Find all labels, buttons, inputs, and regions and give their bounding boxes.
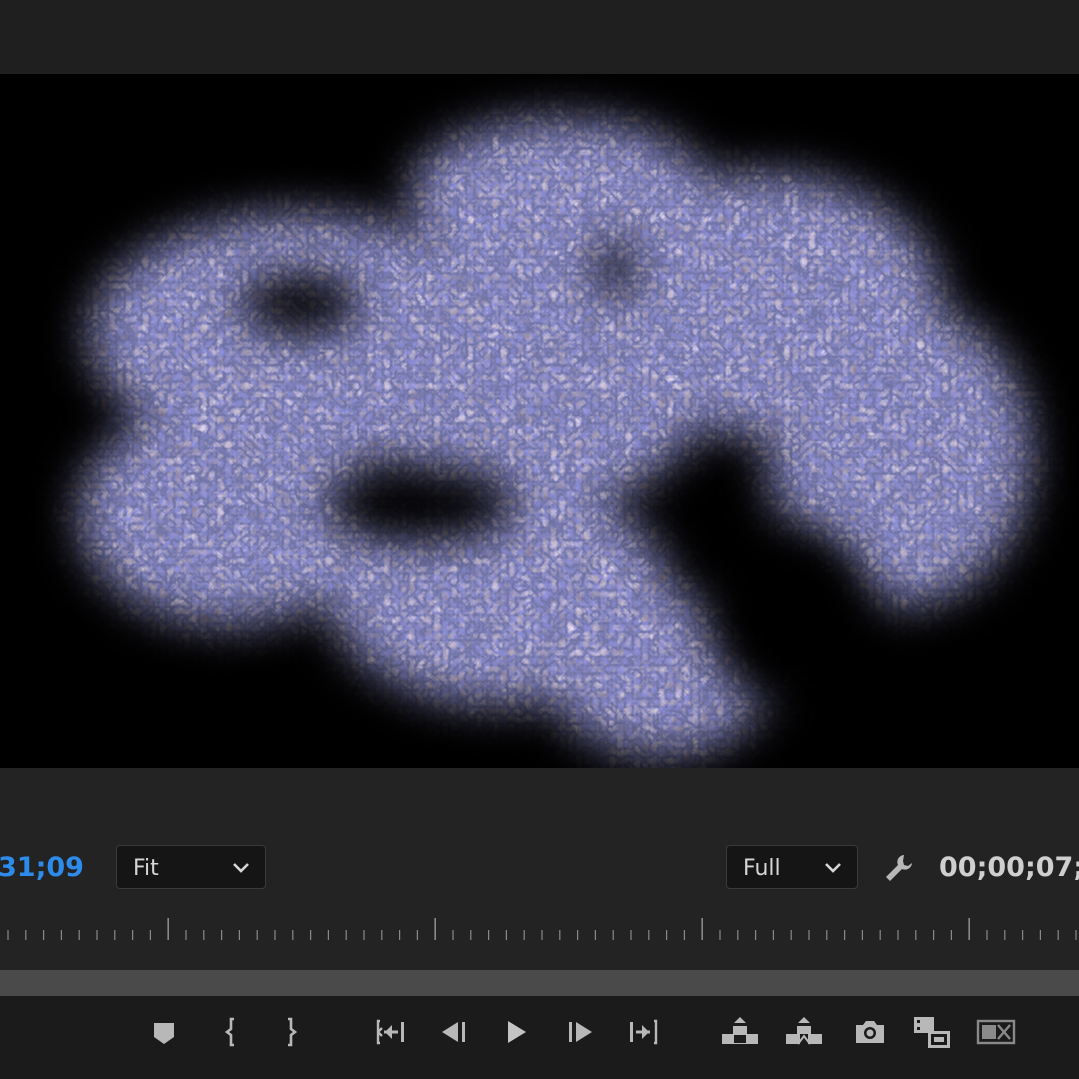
play-icon[interactable]	[498, 1014, 534, 1050]
zoom-level-select[interactable]: Fit	[116, 845, 266, 889]
zoom-scroll-bar[interactable]	[0, 970, 1079, 996]
duration-timecode: 00;00;07;1	[939, 852, 1079, 883]
mark-in-icon[interactable]	[214, 1014, 250, 1050]
overwrite-icon[interactable]	[976, 1014, 1016, 1050]
playback-resolution-value: Full	[743, 856, 781, 881]
extract-icon[interactable]	[784, 1014, 824, 1050]
go-to-in-icon[interactable]	[372, 1014, 408, 1050]
playhead-timecode[interactable]: 31;09	[0, 852, 84, 883]
step-forward-icon[interactable]	[562, 1014, 598, 1050]
panel-header	[0, 0, 1079, 74]
export-frame-icon[interactable]	[852, 1014, 888, 1050]
time-ruler[interactable]	[0, 912, 1079, 948]
zoom-level-value: Fit	[133, 856, 159, 881]
insert-icon[interactable]	[912, 1014, 952, 1050]
lift-icon[interactable]	[720, 1014, 760, 1050]
wrench-icon[interactable]	[882, 852, 916, 884]
microscopy-frame-image	[0, 74, 1079, 768]
mark-out-icon[interactable]	[272, 1014, 308, 1050]
chevron-down-icon	[823, 858, 843, 884]
playback-resolution-select[interactable]: Full	[726, 845, 858, 889]
go-to-out-icon[interactable]	[626, 1014, 662, 1050]
video-frame[interactable]	[0, 74, 1079, 768]
add-marker-icon[interactable]	[146, 1014, 182, 1050]
chevron-down-icon	[231, 858, 251, 884]
program-monitor-panel: 31;09 Fit Full 00;00;07;1	[0, 0, 1079, 1079]
step-back-icon[interactable]	[436, 1014, 472, 1050]
